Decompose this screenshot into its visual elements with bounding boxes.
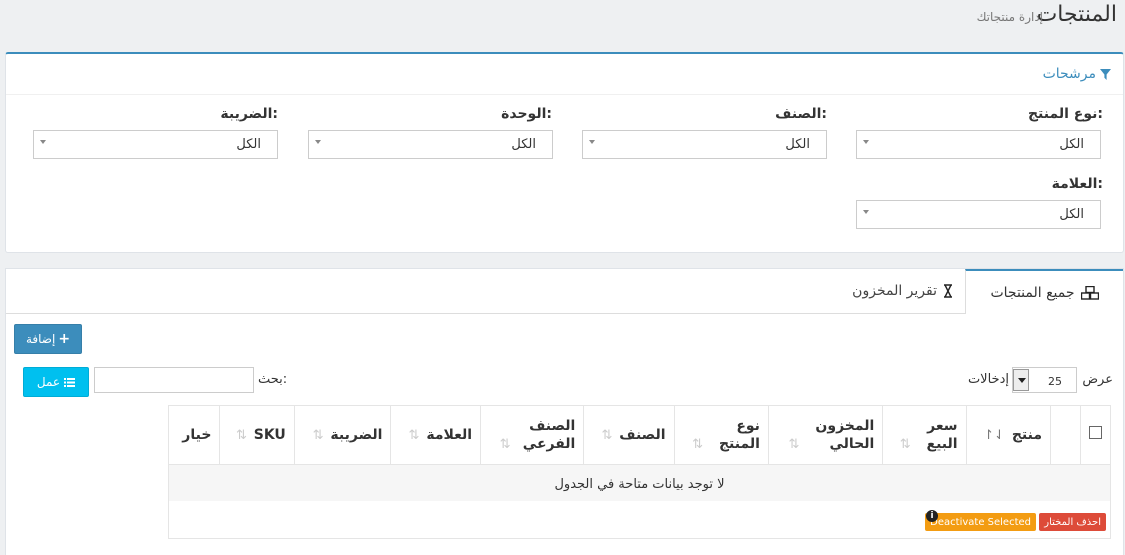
filter-select-tax[interactable]: الكل — [33, 130, 278, 159]
filter-select-category[interactable]: الكل — [582, 130, 827, 159]
chevron-down-icon — [1018, 378, 1026, 383]
filter-select-product-type[interactable]: الكل — [856, 130, 1101, 159]
header-category[interactable]: الصنف ⇅ — [583, 405, 675, 465]
header-current-stock[interactable]: المخزون الحالي ⇅ — [767, 405, 884, 465]
tab-strip-divider — [6, 313, 1123, 314]
chevron-down-icon — [589, 140, 595, 144]
tab-all-products[interactable]: جميع المنتجات — [965, 269, 1123, 314]
filter-select-value: الكل — [1059, 137, 1084, 152]
header-product-type[interactable]: نوع المنتج ⇅ — [673, 405, 769, 465]
hourglass-icon — [944, 284, 952, 298]
chevron-down-icon — [863, 140, 869, 144]
filter-icon — [1100, 68, 1111, 80]
select-all-checkbox[interactable] — [1089, 426, 1102, 439]
add-product-button[interactable]: إضافة + — [14, 324, 82, 354]
page-title: المنتجات — [1036, 2, 1117, 27]
page-length-value: 25 — [1048, 375, 1062, 388]
tab-stock-report[interactable]: تقرير المخزون — [852, 269, 953, 313]
sort-icon: ⇅ — [235, 427, 247, 443]
filter-select-value: الكل — [236, 137, 261, 152]
sort-icon: ⇅ — [692, 436, 704, 452]
add-button-label: إضافة — [25, 332, 56, 346]
info-icon[interactable]: i — [926, 510, 938, 522]
tab-label: جميع المنتجات — [990, 284, 1075, 301]
bulk-actions-bar: احذف المختار Deactivate Selected i — [168, 501, 1111, 539]
products-table: منتج ⇃↾ سعر البيع ⇅ المخزون الحالي ⇅ نوع… — [167, 405, 1111, 504]
chevron-down-icon — [315, 140, 321, 144]
page-length-dropdown-button[interactable] — [1013, 369, 1029, 391]
chevron-down-icon — [863, 210, 869, 214]
header-brand[interactable]: العلامة ⇅ — [390, 405, 482, 465]
chevron-down-icon — [40, 140, 46, 144]
deactivate-selected-button[interactable]: Deactivate Selected — [925, 513, 1036, 531]
filters-heading[interactable]: مرشحات — [1043, 66, 1111, 82]
length-suffix-label: إدخالات — [967, 372, 1009, 387]
header-sub-category[interactable]: الصنف الفرعي ⇅ — [480, 405, 585, 465]
list-icon — [64, 377, 76, 387]
filter-select-brand[interactable]: الكل — [856, 200, 1101, 229]
header-sku[interactable]: SKU ⇅ — [219, 405, 295, 465]
filter-select-value: الكل — [511, 137, 536, 152]
cubes-icon — [1080, 285, 1099, 300]
filter-label-category: الصنف: — [775, 106, 827, 122]
filter-select-unit[interactable]: الكل — [308, 130, 553, 159]
tab-label: تقرير المخزون — [852, 283, 937, 299]
sort-icon: ⇅ — [601, 427, 613, 443]
column-visibility-button[interactable]: عمل — [23, 367, 89, 397]
header-select-all[interactable] — [1080, 405, 1111, 465]
filter-select-value: الكل — [785, 137, 810, 152]
sort-icon: ⇅ — [408, 427, 420, 443]
table-header-row: منتج ⇃↾ سعر البيع ⇅ المخزون الحالي ⇅ نوع… — [167, 405, 1111, 465]
products-panel: جميع المنتجات تقرير المخزون إضافة + عمل … — [5, 268, 1124, 555]
table-row: لا توجد بيانات متاحة في الجدول — [168, 464, 1111, 504]
header-product[interactable]: منتج ⇃↾ — [965, 405, 1052, 465]
header-sell-price[interactable]: سعر البيع ⇅ — [882, 405, 967, 465]
filters-heading-label: مرشحات — [1042, 66, 1096, 82]
length-prefix-label: عرض — [1082, 372, 1113, 387]
sort-icon: ⇅ — [899, 436, 911, 452]
header-tax[interactable]: الضريبة ⇅ — [293, 405, 392, 465]
filter-label-product-type: نوع المنتج: — [1027, 106, 1103, 122]
filter-label-unit: الوحدة: — [501, 106, 552, 122]
filter-select-value: الكل — [1059, 207, 1084, 222]
sort-icon: ⇅ — [499, 436, 511, 452]
sort-icon: ⇅ — [312, 427, 324, 443]
search-input[interactable] — [94, 367, 254, 393]
filter-label-brand: العلامة: — [1051, 176, 1103, 192]
delete-selected-button[interactable]: احذف المختار — [1039, 513, 1106, 531]
search-label: بحث: — [258, 372, 288, 387]
filter-label-tax: الضريبة: — [220, 106, 278, 122]
filters-panel: مرشحات نوع المنتج: الكل الصنف: الكل الوح… — [5, 52, 1124, 253]
header-image — [1050, 405, 1081, 465]
page-subtitle: إدارة منتجاتك — [976, 10, 1043, 24]
header-action: خيار — [167, 405, 221, 465]
sort-asc-icon: ⇃↾ — [983, 427, 1005, 443]
filters-divider — [6, 94, 1123, 95]
sort-icon: ⇅ — [788, 436, 800, 452]
empty-table-message: لا توجد بيانات متاحة في الجدول — [168, 464, 1111, 504]
columns-button-label: عمل — [36, 375, 61, 389]
plus-icon: + — [58, 331, 71, 347]
